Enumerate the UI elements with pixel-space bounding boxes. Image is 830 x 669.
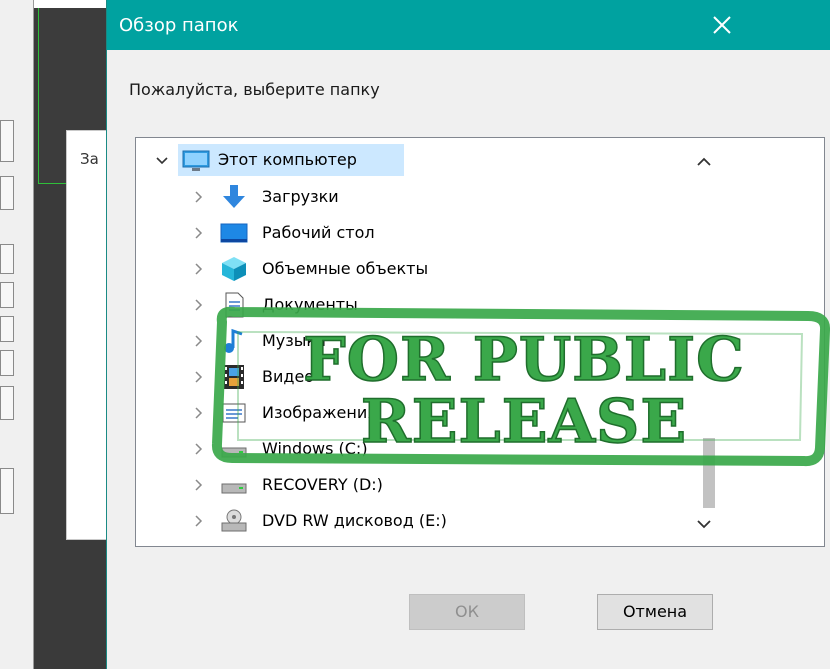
cancel-button[interactable]: Отмена <box>597 594 713 630</box>
desktop-icon <box>220 223 248 243</box>
drive-icon <box>221 483 247 494</box>
chevron-right-icon[interactable] <box>190 513 206 529</box>
stamp-line-2: RELEASE <box>361 387 687 457</box>
tree-item-label: Загрузки <box>262 187 339 206</box>
download-arrow-icon <box>223 185 245 208</box>
dialog-titlebar: Обзор папок <box>107 0 830 50</box>
tree-item-dvd-drive[interactable]: DVD RW дисковод (E:) <box>136 504 696 538</box>
chevron-right-icon[interactable] <box>190 405 206 421</box>
tree-item-label: DVD RW дисковод (E:) <box>262 511 447 530</box>
tree-item-label: Объемные объекты <box>262 259 429 278</box>
computer-icon <box>182 150 210 171</box>
toolbar-button[interactable] <box>0 316 14 342</box>
tree-item-label: Рабочий стол <box>262 223 375 242</box>
toolbar-button[interactable] <box>0 120 14 162</box>
background-toolbar <box>0 0 34 669</box>
chevron-right-icon[interactable] <box>190 369 206 385</box>
toolbar-button[interactable] <box>0 282 14 308</box>
toolbar-button[interactable] <box>0 350 14 376</box>
tree-item-label: RECOVERY (D:) <box>262 475 383 494</box>
toolbar-button[interactable] <box>0 468 14 514</box>
dialog-title: Обзор папок <box>119 15 239 36</box>
background-dialog-title: За <box>80 150 99 168</box>
chevron-right-icon[interactable] <box>190 189 206 205</box>
tree-item-drive-d[interactable]: RECOVERY (D:) <box>136 468 696 502</box>
tree-item-3d-objects[interactable]: Объемные объекты <box>136 252 696 286</box>
chevron-right-icon[interactable] <box>190 441 206 457</box>
chevron-right-icon[interactable] <box>190 333 206 349</box>
chevron-right-icon[interactable] <box>190 477 206 493</box>
chevron-right-icon[interactable] <box>190 261 206 277</box>
toolbar-button[interactable] <box>0 176 14 210</box>
dialog-prompt: Пожалуйста, выберите папку <box>129 80 380 99</box>
toolbar-button[interactable] <box>0 386 14 420</box>
chevron-right-icon[interactable] <box>190 297 206 313</box>
tree-item-downloads[interactable]: Загрузки <box>136 180 696 214</box>
public-release-stamp: FOR PUBLIC RELEASE <box>211 306 830 467</box>
scroll-up-icon[interactable] <box>694 154 714 170</box>
chevron-down-icon[interactable] <box>154 153 170 169</box>
tree-item-desktop[interactable]: Рабочий стол <box>136 216 696 250</box>
stamp-line-1: FOR PUBLIC <box>303 325 745 395</box>
tree-item-this-pc[interactable]: Этот компьютер <box>156 144 404 176</box>
toolbar-button[interactable] <box>0 244 14 274</box>
3d-cube-icon <box>222 257 246 281</box>
close-icon[interactable] <box>705 8 739 42</box>
tree-item-label: Этот компьютер <box>218 150 357 169</box>
chevron-right-icon[interactable] <box>190 225 206 241</box>
ok-button[interactable]: ОК <box>409 594 525 630</box>
scroll-down-icon[interactable] <box>694 516 714 532</box>
dvd-drive-icon <box>221 509 247 532</box>
